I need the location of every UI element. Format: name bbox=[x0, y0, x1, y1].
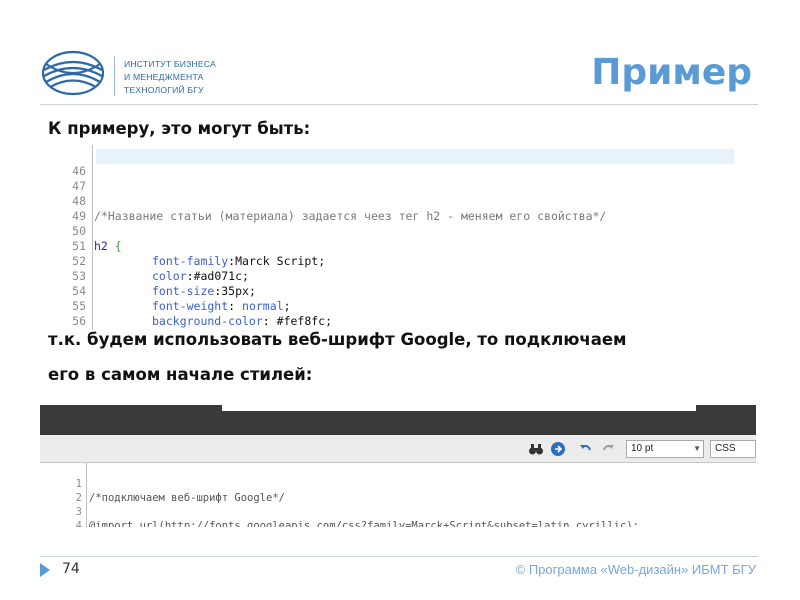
editor-line: 5 bbox=[40, 519, 756, 527]
editor-window-frame bbox=[40, 405, 756, 435]
binoculars-icon[interactable] bbox=[528, 441, 544, 457]
paragraph-line: т.к. будем использовать веб-шрифт Google… bbox=[48, 330, 627, 349]
triangle-bullet-icon bbox=[40, 563, 50, 577]
address-field bbox=[222, 405, 696, 411]
editor-toolbar: 10 pt ▼ CSS bbox=[40, 435, 756, 463]
page-number: 74 bbox=[62, 561, 80, 577]
slide-title: Пример bbox=[591, 52, 752, 93]
logo-divider bbox=[114, 56, 115, 96]
code-line: 53 font-size:35px; bbox=[48, 254, 734, 298]
editor-line: 1 /*подключаем веб-шрифт Google*/ bbox=[40, 463, 756, 504]
editor-text-area[interactable]: 1 /*подключаем веб-шрифт Google*/ 2 3 @i… bbox=[40, 463, 756, 527]
code-line: 50 h2 { bbox=[48, 209, 734, 253]
font-size-select[interactable]: 10 pt ▼ bbox=[626, 440, 704, 458]
css-code-sample: 46 47 48 /*Название статьи (материала) з… bbox=[48, 145, 734, 330]
code-editor-screenshot: 10 pt ▼ CSS 1 /*подключаем веб-шрифт Goo… bbox=[40, 405, 756, 527]
code-line: 51 font-family:Marck Script; bbox=[48, 224, 734, 268]
footer-divider bbox=[40, 556, 758, 557]
editor-line: 4 bbox=[40, 505, 756, 527]
intro-text: К примеру, это могут быть: bbox=[48, 119, 311, 138]
code-line: 47 bbox=[48, 164, 734, 193]
code-line: 49 bbox=[48, 194, 734, 223]
editor-line: 2 bbox=[40, 477, 756, 504]
font-size-value: 10 pt bbox=[631, 443, 654, 454]
paragraph-line: его в самом начале стилей: bbox=[48, 365, 313, 384]
code-line: 57 bbox=[48, 314, 734, 330]
code-line: 56 } bbox=[48, 299, 734, 330]
institute-name: ИНСТИТУТ БИЗНЕСА И МЕНЕДЖМЕНТА ТЕХНОЛОГИ… bbox=[124, 58, 216, 97]
code-line: 52 color:#ad071c; bbox=[48, 239, 734, 283]
redo-icon[interactable] bbox=[600, 441, 616, 457]
institute-name-line: ТЕХНОЛОГИЙ БГУ bbox=[124, 85, 204, 95]
editor-line: 3 @import url(http://fonts.googleapis.co… bbox=[40, 491, 756, 527]
code-line: 55 background-color: #fef8fc; bbox=[48, 284, 734, 328]
navigate-icon[interactable] bbox=[550, 441, 566, 457]
language-select[interactable]: CSS bbox=[710, 440, 756, 458]
language-value: CSS bbox=[715, 443, 736, 454]
institute-logo bbox=[40, 48, 106, 98]
current-line-highlight bbox=[96, 149, 734, 164]
institute-name-line: И МЕНЕДЖМЕНТА bbox=[124, 72, 204, 82]
institute-name-line: ИНСТИТУТ БИЗНЕСА bbox=[124, 59, 216, 69]
code-line: 54 font-weight: normal; bbox=[48, 269, 734, 313]
footer-copyright: © Программа «Web-дизайн» ИБМТ БГУ bbox=[515, 562, 756, 577]
undo-icon[interactable] bbox=[578, 441, 594, 457]
header-divider bbox=[40, 104, 758, 105]
code-line: 48 /*Название статьи (материала) задаетс… bbox=[48, 179, 734, 223]
chevron-down-icon: ▼ bbox=[693, 444, 701, 453]
